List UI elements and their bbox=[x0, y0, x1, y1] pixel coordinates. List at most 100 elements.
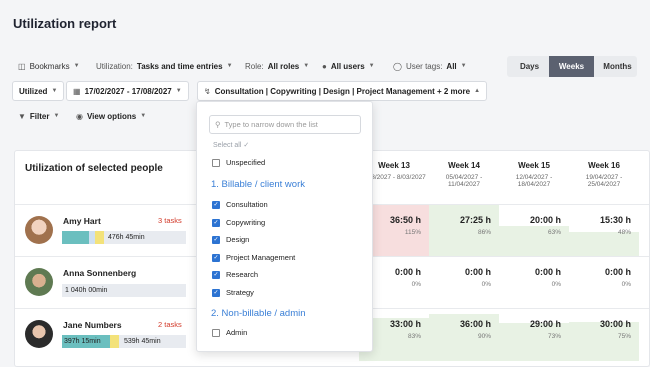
users-filter[interactable]: ● All users ▼ bbox=[316, 56, 381, 76]
checkbox-checked[interactable]: ✓ bbox=[212, 200, 220, 209]
search-icon: ⚲ bbox=[215, 120, 221, 129]
checkbox-checked[interactable]: ✓ bbox=[212, 270, 220, 279]
week-cell[interactable]: 15:30 h 48% bbox=[569, 205, 639, 257]
hours: 20:00 h bbox=[529, 215, 561, 225]
hours: 0:00 h bbox=[604, 267, 631, 277]
checkbox-checked[interactable]: ✓ bbox=[212, 288, 220, 297]
percent: 0% bbox=[481, 281, 491, 288]
option-research[interactable]: ✓ Research bbox=[212, 270, 258, 279]
checkbox[interactable] bbox=[212, 158, 220, 167]
capacity-bar: 476h 45min bbox=[62, 231, 186, 244]
capacity-bar: 1 040h 00min bbox=[62, 284, 186, 297]
filter-label: Filter bbox=[29, 111, 50, 121]
user-tags-filter[interactable]: ◯ User tags: All ▼ bbox=[387, 56, 473, 76]
capacity-bar: 397h 15min 539h 45min bbox=[62, 335, 186, 348]
task-count[interactable]: 2 tasks bbox=[158, 320, 182, 329]
bar-text: 397h 15min bbox=[64, 338, 101, 345]
role-label: Role: bbox=[245, 61, 264, 71]
week-cell[interactable]: 30:00 h 75% bbox=[569, 309, 639, 361]
hours: 30:00 h bbox=[599, 319, 631, 329]
bookmarks-button[interactable]: ◫ Bookmarks ▼ bbox=[12, 56, 86, 76]
hours: 15:30 h bbox=[599, 215, 631, 225]
work-types-value: Consultation | Copywriting | Design | Pr… bbox=[214, 86, 471, 96]
option-consultation[interactable]: ✓ Consultation bbox=[212, 200, 268, 209]
option-copywriting[interactable]: ✓ Copywriting bbox=[212, 218, 265, 227]
chevron-down-icon: ▼ bbox=[140, 113, 147, 119]
utilization-label: Utilization: bbox=[96, 61, 133, 71]
week-name: Week 15 bbox=[518, 161, 550, 170]
chevron-down-icon: ▼ bbox=[460, 63, 467, 69]
bar-text: 476h 45min bbox=[108, 234, 145, 241]
person-name[interactable]: Jane Numbers bbox=[63, 320, 122, 330]
percent: 63% bbox=[547, 229, 561, 236]
checkbox-checked[interactable]: ✓ bbox=[212, 235, 220, 244]
week-cell[interactable]: 36:00 h 90% bbox=[429, 309, 499, 361]
checkbox[interactable] bbox=[212, 328, 220, 337]
percent: 48% bbox=[617, 229, 631, 236]
bookmarks-label: Bookmarks bbox=[29, 61, 70, 71]
percent: 0% bbox=[551, 281, 561, 288]
week-cell[interactable]: 27:25 h 86% bbox=[429, 205, 499, 257]
view-options-button[interactable]: ◉ View options ▼ bbox=[70, 106, 152, 126]
percent: 86% bbox=[477, 229, 491, 236]
hours: 27:25 h bbox=[459, 215, 491, 225]
option-admin[interactable]: Admin bbox=[212, 328, 247, 337]
option-label: Consultation bbox=[226, 200, 268, 209]
week-header: Week 15 12/04/2027 - 18/04/2027 bbox=[499, 161, 569, 188]
percent: 90% bbox=[477, 333, 491, 340]
group-heading: 2. Non-billable / admin bbox=[211, 308, 306, 319]
hours: 36:50 h bbox=[389, 215, 421, 225]
user-icon: ● bbox=[322, 61, 327, 71]
utilized-select[interactable]: Utilized ▼ bbox=[12, 81, 65, 101]
table-title: Utilization of selected people bbox=[25, 163, 163, 174]
option-label: Design bbox=[226, 235, 250, 244]
utilized-value: Utilized bbox=[19, 86, 48, 96]
hours: 0:00 h bbox=[464, 267, 491, 277]
bar-segment: 397h 15min bbox=[62, 335, 110, 348]
dropdown-search[interactable]: ⚲ Type to narrow down the list bbox=[209, 115, 361, 134]
week-header: Week 14 05/04/2027 - 11/04/2027 bbox=[429, 161, 499, 188]
avatar bbox=[25, 268, 53, 296]
bar-segment bbox=[62, 231, 89, 244]
percent: 83% bbox=[407, 333, 421, 340]
week-cell[interactable]: 29:00 h 73% bbox=[499, 309, 569, 361]
toggle-days[interactable]: Days bbox=[507, 56, 552, 77]
week-cell[interactable]: 0:00 h 0% bbox=[429, 257, 499, 309]
tags-label: User tags: bbox=[405, 61, 443, 71]
bar-text: 539h 45min bbox=[124, 338, 161, 345]
checkbox-checked[interactable]: ✓ bbox=[212, 253, 220, 262]
utilization-filter[interactable]: Utilization: Tasks and time entries ▼ bbox=[90, 56, 239, 76]
task-count[interactable]: 3 tasks bbox=[158, 216, 182, 225]
bolt-icon: ↯ bbox=[204, 86, 211, 96]
select-all-link[interactable]: Select all ✓ bbox=[213, 141, 249, 149]
hours: 36:00 h bbox=[459, 319, 491, 329]
filter-button[interactable]: ▼ Filter ▼ bbox=[12, 106, 65, 126]
week-cell[interactable]: 0:00 h 0% bbox=[569, 257, 639, 309]
bar-segment bbox=[110, 335, 119, 348]
toggle-months[interactable]: Months bbox=[595, 56, 640, 77]
week-range: 05/04/2027 - 11/04/2027 bbox=[445, 174, 483, 188]
week-name: Week 16 bbox=[588, 161, 620, 170]
option-project-management[interactable]: ✓ Project Management bbox=[212, 253, 295, 262]
week-cell[interactable]: 20:00 h 63% bbox=[499, 205, 569, 257]
bookmark-icon: ◫ bbox=[18, 61, 26, 71]
checkbox-checked[interactable]: ✓ bbox=[212, 218, 220, 227]
person-name[interactable]: Amy Hart bbox=[63, 216, 101, 226]
option-design[interactable]: ✓ Design bbox=[212, 235, 249, 244]
hours: 29:00 h bbox=[529, 319, 561, 329]
chevron-down-icon: ▼ bbox=[175, 88, 182, 94]
option-unspecified[interactable]: Unspecified bbox=[212, 158, 265, 167]
option-strategy[interactable]: ✓ Strategy bbox=[212, 288, 254, 297]
calendar-icon: ▦ bbox=[73, 86, 81, 96]
option-label: Admin bbox=[226, 328, 248, 337]
hours: 0:00 h bbox=[394, 267, 421, 277]
date-range-picker[interactable]: ▦ 17/02/2027 - 17/08/2027 ▼ bbox=[66, 81, 189, 101]
bar-text: 1 040h 00min bbox=[65, 287, 108, 294]
week-cell[interactable]: 0:00 h 0% bbox=[499, 257, 569, 309]
toggle-weeks[interactable]: Weeks bbox=[549, 56, 594, 77]
chevron-down-icon: ▼ bbox=[51, 88, 58, 94]
work-types-filter[interactable]: ↯ Consultation | Copywriting | Design | … bbox=[197, 81, 488, 101]
person-name[interactable]: Anna Sonnenberg bbox=[63, 268, 136, 278]
role-filter[interactable]: Role: All roles ▼ bbox=[239, 56, 315, 76]
page-title: Utilization report bbox=[13, 16, 117, 31]
